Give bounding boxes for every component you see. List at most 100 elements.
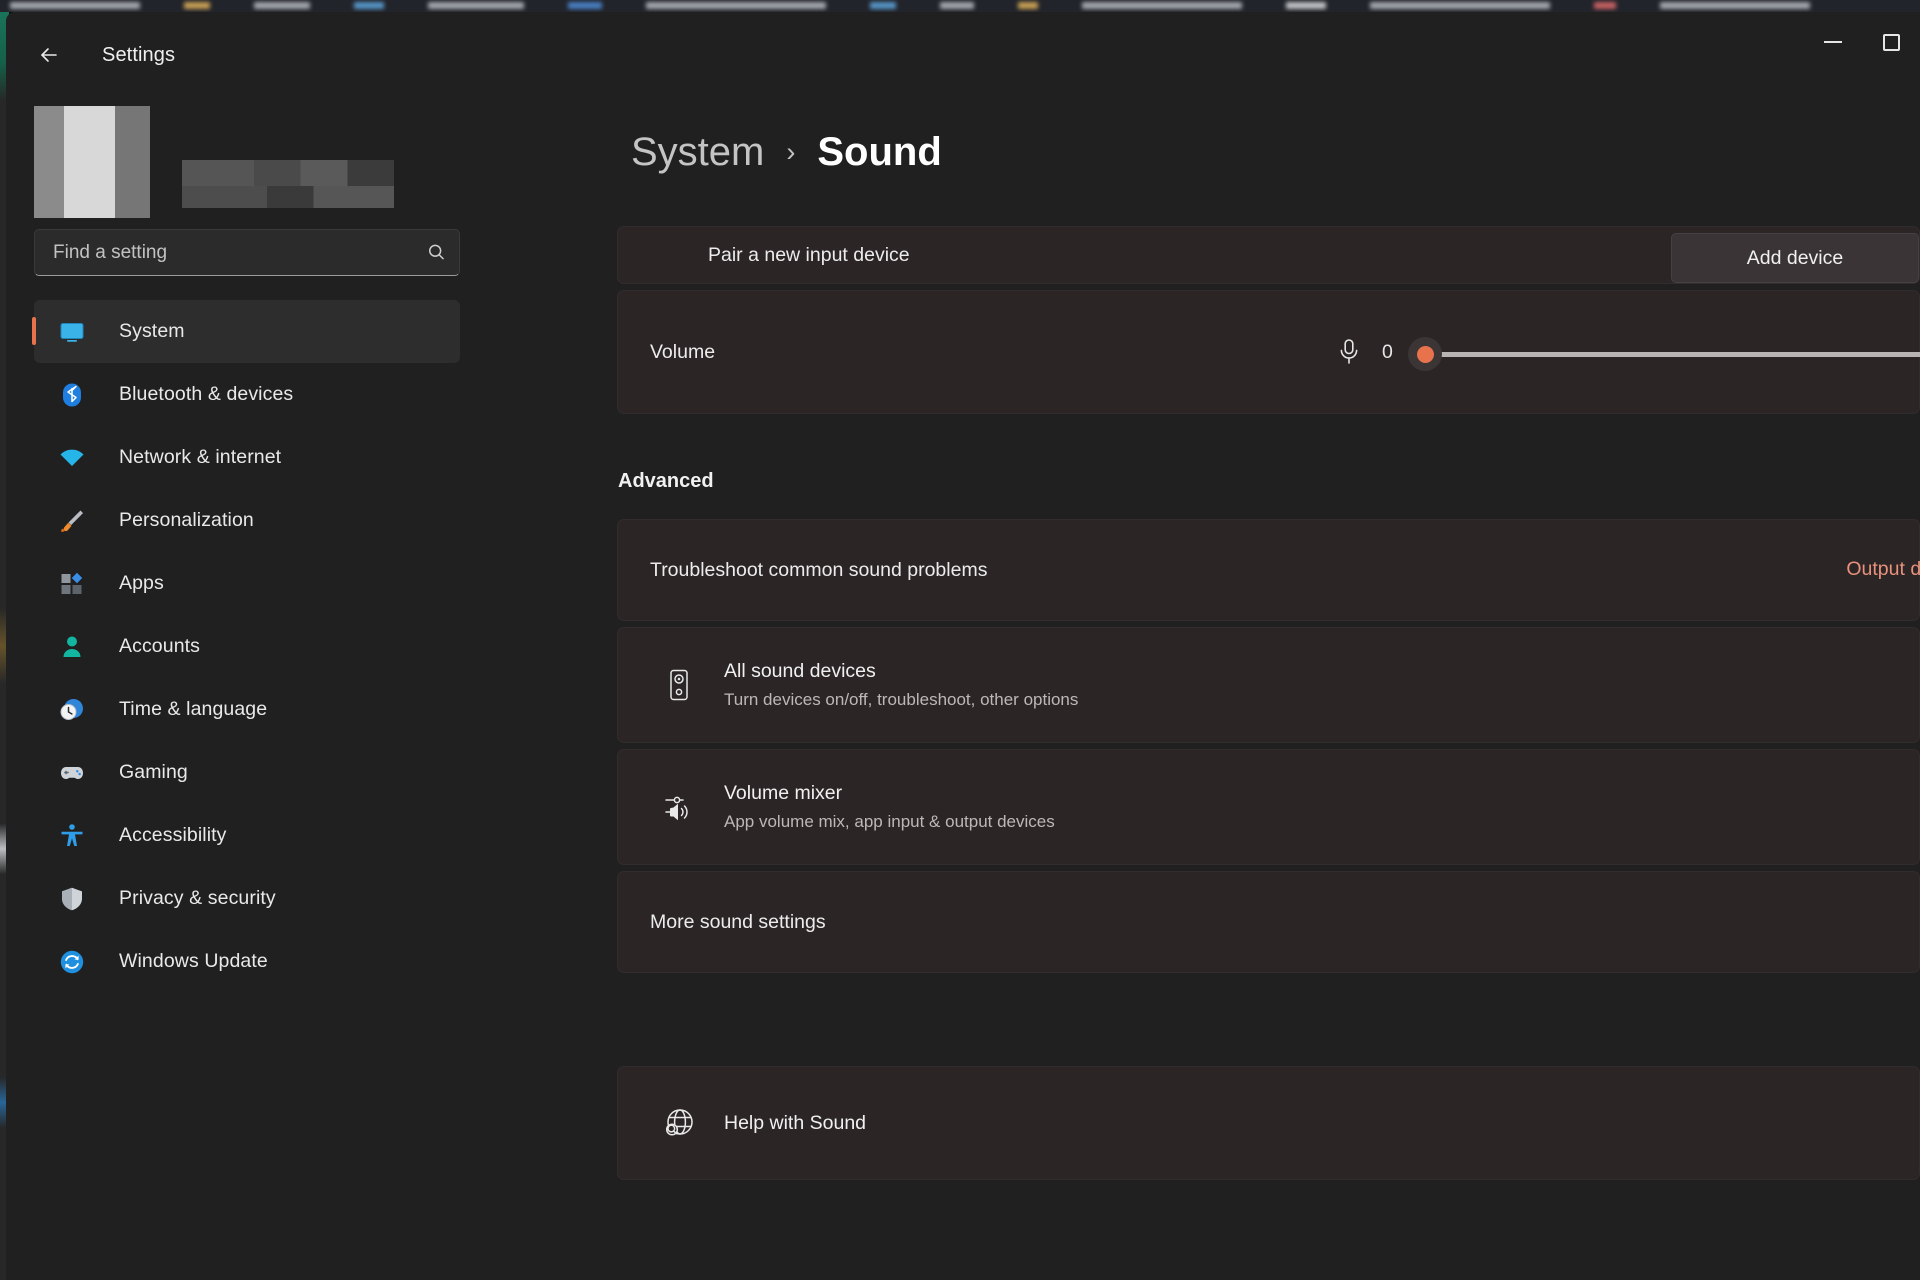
troubleshoot-label: Troubleshoot common sound problems [650, 558, 988, 581]
settings-list: Pair a new input device Add device Volum… [617, 226, 1920, 1180]
volume-mixer-title: Volume mixer [724, 782, 843, 804]
blurred-tab-labels [10, 1, 1920, 10]
advanced-section-title: Advanced [618, 470, 714, 492]
sidebar-item-label: Accessibility [119, 824, 227, 846]
sidebar-item-system[interactable]: System [32, 300, 460, 363]
help-globe-icon [650, 1106, 708, 1140]
sidebar-item-label: Apps [119, 572, 164, 594]
blur-bar [428, 2, 524, 9]
volume-value: 0 [1382, 341, 1393, 363]
accessibility-icon [50, 818, 94, 854]
sidebar-item-label: Gaming [119, 761, 188, 783]
blur-bar [940, 2, 974, 9]
all-sound-devices-card[interactable]: All sound devices Turn devices on/off, t… [617, 627, 1920, 743]
update-refresh-icon [50, 944, 94, 980]
add-device-button[interactable]: Add device [1671, 233, 1919, 283]
volume-mixer-text: Volume mixer App volume mix, app input &… [724, 782, 1055, 832]
blur-bar [870, 2, 896, 9]
help-with-sound-card[interactable]: Help with Sound [617, 1066, 1920, 1180]
screen: Settings Find a setting System Bluetooth… [0, 0, 1920, 1280]
blur-bar [1286, 2, 1326, 9]
app-title: Settings [102, 44, 176, 66]
volume-card: Volume 0 [617, 290, 1920, 414]
sidebar-item-personalization[interactable]: Personalization [34, 489, 460, 552]
speaker-icon [650, 668, 708, 702]
all-sound-devices-subtitle: Turn devices on/off, troubleshoot, other… [724, 690, 1079, 709]
maximize-icon [1882, 33, 1900, 51]
bluetooth-icon [50, 377, 94, 413]
volume-slider[interactable] [1408, 337, 1920, 371]
minimize-icon [1824, 41, 1842, 43]
pair-input-device-label: Pair a new input device [708, 243, 910, 266]
search-input[interactable] [35, 241, 413, 264]
sidebar-item-windows-update[interactable]: Windows Update [34, 930, 460, 993]
help-with-sound-row: Help with Sound [618, 1067, 1919, 1179]
slider-track[interactable] [1436, 352, 1920, 357]
more-sound-settings-label: More sound settings [650, 910, 826, 933]
back-arrow-icon [41, 48, 57, 62]
sidebar-item-gaming[interactable]: Gaming [34, 741, 460, 804]
volume-mixer-icon [650, 790, 708, 824]
gamepad-icon [50, 755, 94, 791]
blur-bar [646, 2, 826, 9]
sidebar-item-privacy-security[interactable]: Privacy & security [34, 867, 460, 930]
sidebar-item-label: System [119, 320, 185, 342]
volume-mixer-card[interactable]: Volume mixer App volume mix, app input &… [617, 749, 1920, 865]
sidebar-item-label: Network & internet [119, 446, 282, 468]
wifi-icon [50, 440, 94, 476]
volume-mixer-subtitle: App volume mix, app input & output devic… [724, 812, 1055, 831]
sidebar-item-label: Accounts [119, 635, 201, 657]
sidebar-item-accounts[interactable]: Accounts [34, 615, 460, 678]
user-profile[interactable] [34, 96, 464, 218]
pair-input-device-card: Pair a new input device Add device [617, 226, 1920, 284]
slider-thumb-dot [1416, 345, 1434, 363]
page-title: Sound [817, 130, 942, 174]
paintbrush-icon [50, 503, 94, 539]
microphone-icon [1335, 337, 1363, 367]
blur-bar [1082, 2, 1242, 9]
blur-bar [1370, 2, 1550, 9]
sidebar-nav: System Bluetooth & devices Network & int… [32, 300, 460, 993]
blur-bar [568, 2, 602, 9]
advanced-list: Troubleshoot common sound problems Outpu… [617, 519, 1920, 973]
more-sound-settings-card[interactable]: More sound settings [617, 871, 1920, 973]
back-button[interactable] [28, 38, 70, 72]
minimize-button[interactable] [1804, 12, 1862, 72]
user-name-redacted [182, 160, 394, 186]
sidebar-item-network-internet[interactable]: Network & internet [34, 426, 460, 489]
blur-bar [184, 2, 210, 9]
window-controls [1804, 12, 1920, 72]
background-window-tabstrip [0, 0, 1920, 12]
troubleshoot-card: Troubleshoot common sound problems Outpu… [617, 519, 1920, 621]
maximize-button[interactable] [1862, 12, 1920, 72]
more-sound-settings-row: More sound settings [618, 872, 1919, 972]
slider-thumb[interactable] [1408, 337, 1442, 371]
blur-bar [254, 2, 310, 9]
sidebar-item-accessibility[interactable]: Accessibility [34, 804, 460, 867]
settings-window: Settings Find a setting System Bluetooth… [6, 12, 1920, 1280]
volume-label: Volume [650, 341, 716, 363]
monitor-icon [50, 314, 94, 350]
sidebar-item-time-language[interactable]: Time & language [34, 678, 460, 741]
sidebar-item-label: Windows Update [119, 950, 268, 972]
blur-bar [1018, 2, 1038, 9]
blur-bar [354, 2, 384, 9]
breadcrumb: System › Sound [631, 130, 942, 175]
troubleshoot-links: Output devices Input devi [1846, 558, 1920, 581]
content-pane: System › Sound Pair a new input device A… [614, 74, 1920, 1280]
search-box[interactable] [34, 229, 460, 276]
breadcrumb-parent[interactable]: System [631, 130, 764, 175]
blur-bar [1594, 2, 1616, 9]
sidebar-item-label: Bluetooth & devices [119, 383, 294, 405]
sidebar-item-label: Time & language [119, 698, 268, 720]
volume-mixer-row: Volume mixer App volume mix, app input &… [618, 750, 1919, 864]
all-sound-devices-title: All sound devices [724, 660, 876, 682]
output-devices-link[interactable]: Output devices [1846, 558, 1920, 581]
all-sound-devices-text: All sound devices Turn devices on/off, t… [724, 660, 1078, 710]
sidebar-item-label: Personalization [119, 509, 254, 531]
all-sound-devices-row: All sound devices Turn devices on/off, t… [618, 628, 1919, 742]
clock-globe-icon [50, 692, 94, 728]
chevron-right-icon: › [786, 137, 796, 167]
sidebar-item-bluetooth-devices[interactable]: Bluetooth & devices [34, 363, 460, 426]
sidebar-item-apps[interactable]: Apps [34, 552, 460, 615]
